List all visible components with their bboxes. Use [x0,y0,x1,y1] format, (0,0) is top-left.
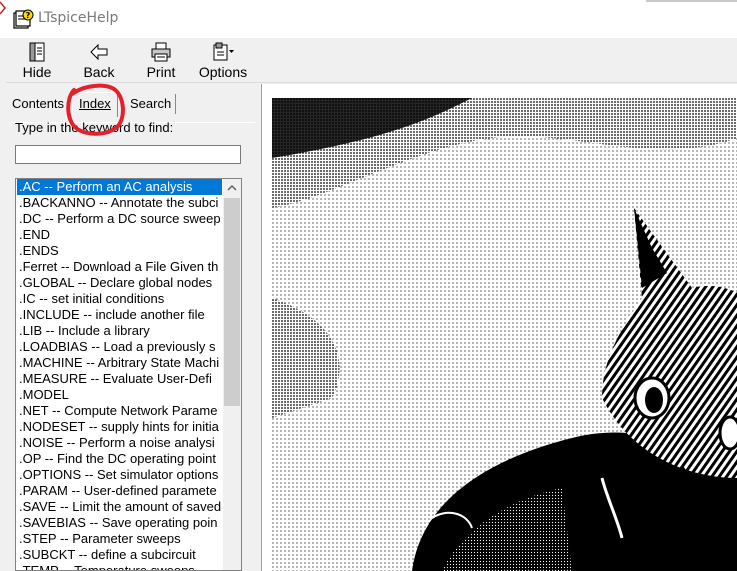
tab-index-label: Index [79,96,111,111]
toolbar: Hide Back Print Options [6,38,737,83]
print-button[interactable]: Print [144,38,178,82]
index-list-item[interactable]: .GLOBAL -- Declare global nodes [17,275,222,291]
hide-label: Hide [22,64,52,80]
index-list-item[interactable]: .DC -- Perform a DC source sweep [17,211,222,227]
options-button[interactable]: Options [198,38,248,82]
index-list-item[interactable]: .NODESET -- supply hints for initia [17,419,222,435]
index-list-item[interactable]: .SAVEBIAS -- Save operating poin [17,515,222,531]
index-list-item[interactable]: .Ferret -- Download a File Given th [17,259,222,275]
printer-icon [151,42,171,62]
index-list-item[interactable]: .MACHINE -- Arbitrary State Machi [17,355,222,371]
index-list-item[interactable]: .IC -- set initial conditions [17,291,222,307]
index-list-item[interactable]: .BACKANNO -- Annotate the subci [17,195,222,211]
title-bar-edge [646,0,737,2]
tab-index[interactable]: Index [72,92,118,117]
index-list-item[interactable]: .MEASURE -- Evaluate User-Defi [17,371,222,387]
keyword-prompt: Type in the keyword to find: [15,120,174,135]
help-book-icon: ? [13,9,34,29]
scroll-up-icon[interactable] [223,179,241,197]
index-list: .AC -- Perform an AC analysis .BACKANNO -… [17,179,222,570]
title-bar: ? LTspiceHelp [0,0,737,38]
keyword-input[interactable] [15,145,241,164]
index-list-item[interactable]: .AC -- Perform an AC analysis [17,179,222,195]
content-pane [261,84,737,571]
back-button[interactable]: Back [80,38,118,82]
tab-contents[interactable]: Contents [12,94,64,114]
index-list-item[interactable]: .LOADBIAS -- Load a previously s [17,339,222,355]
hide-icon [29,42,45,62]
index-list-item[interactable]: .INCLUDE -- include another file [17,307,222,323]
hide-button[interactable]: Hide [20,38,54,82]
tab-search[interactable]: Search [126,94,177,114]
back-arrow-icon [90,43,108,61]
index-list-item[interactable]: .LIB -- Include a library [17,323,222,339]
index-list-item[interactable]: .NOISE -- Perform a noise analysi [17,435,222,451]
index-list-item[interactable]: .OP -- Find the DC operating point [17,451,222,467]
index-list-item[interactable]: .TEMP -- Temperature sweeps [17,563,222,570]
list-scrollbar[interactable] [223,179,241,570]
index-list-item[interactable]: .PARAM -- User-defined paramete [17,483,222,499]
index-list-item[interactable]: .NET -- Compute Network Parame [17,403,222,419]
options-label: Options [198,64,248,80]
print-label: Print [146,64,176,80]
nav-tabs: Contents Index Search [6,92,255,123]
index-list-item[interactable]: .OPTIONS -- Set simulator options [17,467,222,483]
index-list-item[interactable]: .STEP -- Parameter sweeps [17,531,222,547]
index-list-item[interactable]: .ENDS [17,243,222,259]
window-title: LTspiceHelp [38,10,119,26]
options-icon [213,42,234,61]
index-list-item[interactable]: .END [17,227,222,243]
navigation-pane: Contents Index Search Type in the keywor… [6,84,255,571]
window-edge-icon [0,1,6,15]
index-list-item[interactable]: .MODEL [17,387,222,403]
index-listbox[interactable]: .AC -- Perform an AC analysis .BACKANNO -… [15,178,242,571]
index-list-item[interactable]: .SAVE -- Limit the amount of saved [17,499,222,515]
svg-text:?: ? [26,11,31,20]
scroll-thumb[interactable] [224,198,240,406]
back-label: Back [83,64,115,80]
cat-photo-image [272,98,737,571]
index-list-item[interactable]: .SUBCKT -- define a subcircuit [17,547,222,563]
